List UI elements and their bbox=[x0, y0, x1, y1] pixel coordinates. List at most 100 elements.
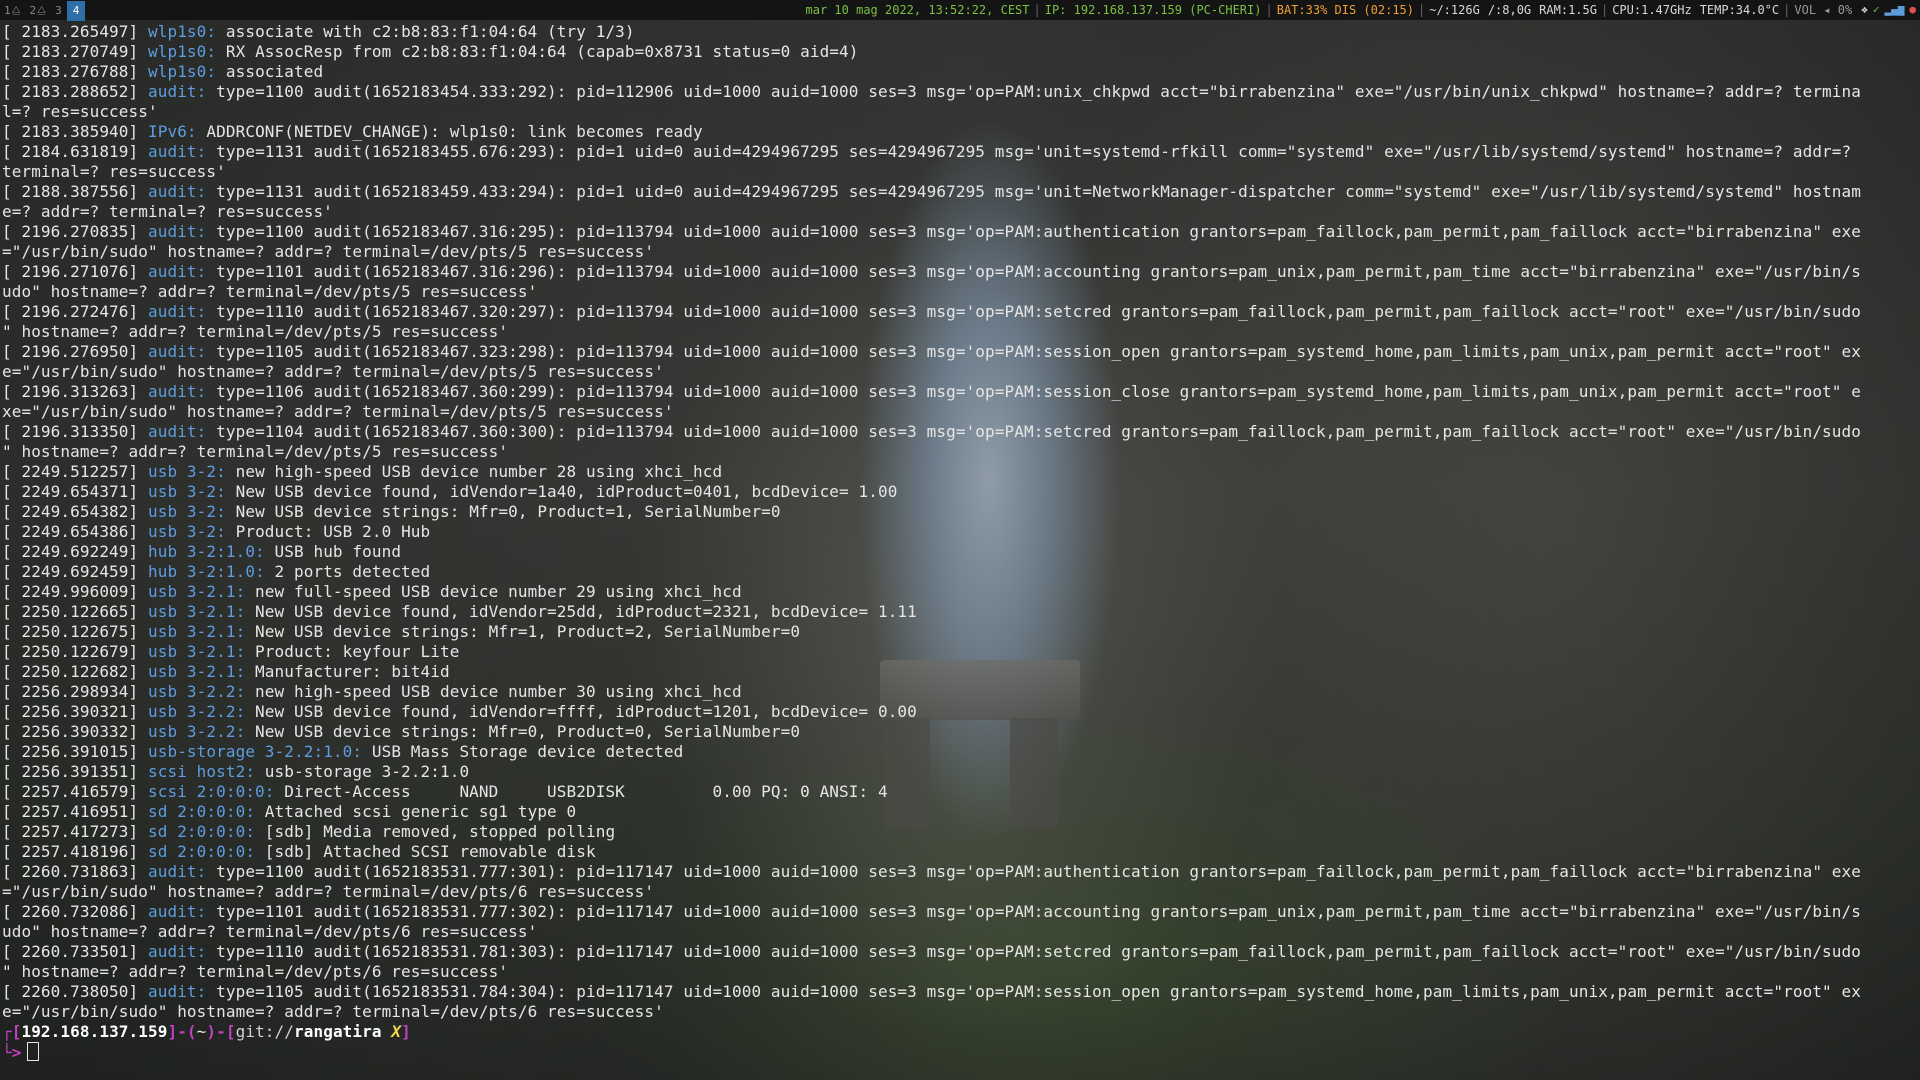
log-timestamp: [ 2249.692249] bbox=[2, 542, 139, 561]
workspace-1[interactable]: 1 ⧋ bbox=[0, 1, 25, 21]
log-message: type=1101 audit(1652183531.777:302): pid… bbox=[206, 902, 1861, 921]
log-timestamp: [ 2260.738050] bbox=[2, 982, 139, 1001]
terminal-cursor[interactable] bbox=[27, 1042, 40, 1061]
log-source: audit: bbox=[148, 262, 207, 281]
volume-label: VOL bbox=[1794, 3, 1817, 17]
status-bar: 1 ⧋ 2 ⧋ 3 4 mar 10 mag 2022, 13:52:22, CEST |… bbox=[0, 0, 1920, 21]
dmesg-output: [ 2183.265497] wlp1s0: associate with c2… bbox=[2, 22, 1917, 1022]
log-timestamp: [ 2249.654386] bbox=[2, 522, 139, 541]
log-line: [ 2183.276788] wlp1s0: associated bbox=[2, 62, 1917, 82]
log-message: Direct-Access NAND USB2DISK 0.00 PQ: 0 A… bbox=[274, 782, 888, 801]
log-line: [ 2196.276950] audit: type=1105 audit(16… bbox=[2, 342, 1917, 362]
volume-block[interactable]: VOL ◂ 0% bbox=[1790, 0, 1856, 20]
log-source: usb 3-2.2: bbox=[148, 702, 246, 721]
log-message: New USB device strings: Mfr=0, Product=1… bbox=[225, 502, 781, 521]
disk-home-block: ~/:126G bbox=[1429, 3, 1480, 17]
log-message: associated bbox=[216, 62, 324, 81]
log-line: [ 2183.385940] IPv6: ADDRCONF(NETDEV_CHA… bbox=[2, 122, 1917, 142]
log-space bbox=[138, 302, 148, 321]
log-source: audit: bbox=[148, 182, 207, 201]
log-source: wlp1s0: bbox=[148, 42, 217, 61]
prompt-paren-close: )-[ bbox=[206, 1022, 236, 1041]
log-line: [ 2257.416951] sd 2:0:0:0: Attached scsi… bbox=[2, 802, 1917, 822]
workspace-2[interactable]: 2 ⧋ bbox=[26, 1, 51, 21]
log-source: usb 3-2.1: bbox=[148, 662, 246, 681]
log-source: usb 3-2.2: bbox=[148, 722, 246, 741]
log-line: [ 2183.270749] wlp1s0: RX AssocResp from… bbox=[2, 42, 1917, 62]
log-source: audit: bbox=[148, 302, 207, 321]
log-line: udo" hostname=? addr=? terminal=/dev/pts… bbox=[2, 922, 1917, 942]
log-line: [ 2256.391351] scsi host2: usb-storage 3… bbox=[2, 762, 1917, 782]
log-line: e="/usr/bin/sudo" hostname=? addr=? term… bbox=[2, 1002, 1917, 1022]
log-message: ="/usr/bin/sudo" hostname=? addr=? termi… bbox=[2, 242, 655, 261]
log-message: New USB device found, idVendor=ffff, idP… bbox=[245, 702, 917, 721]
log-space bbox=[138, 662, 148, 681]
log-timestamp: [ 2196.313350] bbox=[2, 422, 139, 441]
log-line: [ 2260.732086] audit: type=1101 audit(16… bbox=[2, 902, 1917, 922]
log-space bbox=[138, 822, 148, 841]
log-line: [ 2260.731863] audit: type=1100 audit(16… bbox=[2, 862, 1917, 882]
log-source: scsi host2: bbox=[148, 762, 256, 781]
log-timestamp: [ 2183.265497] bbox=[2, 22, 139, 41]
log-message: New USB device strings: Mfr=1, Product=2… bbox=[245, 622, 801, 641]
log-space bbox=[138, 522, 148, 541]
log-message: 2 ports detected bbox=[264, 562, 431, 581]
ip-block: IP: 192.168.137.159 (PC-CHERI) bbox=[1044, 3, 1262, 17]
log-line: [ 2256.298934] usb 3-2.2: new high-speed… bbox=[2, 682, 1917, 702]
log-source: usb 3-2.2: bbox=[148, 682, 246, 701]
log-space bbox=[138, 762, 148, 781]
log-timestamp: [ 2250.122665] bbox=[2, 602, 139, 621]
log-space bbox=[138, 542, 148, 561]
log-timestamp: [ 2196.270835] bbox=[2, 222, 139, 241]
log-timestamp: [ 2249.654371] bbox=[2, 482, 139, 501]
log-message: associate with c2:b8:83:f1:04:64 (try 1/… bbox=[216, 22, 635, 41]
log-message: Attached scsi generic sg1 type 0 bbox=[255, 802, 577, 821]
terminal-window[interactable]: [ 2183.265497] wlp1s0: associate with c2… bbox=[2, 22, 1917, 1078]
temp-block: TEMP:34.0°C bbox=[1699, 3, 1780, 17]
log-space bbox=[138, 422, 148, 441]
workspace-3[interactable]: 3 bbox=[51, 1, 66, 21]
log-space bbox=[138, 382, 148, 401]
log-message: Manufacturer: bit4id bbox=[245, 662, 450, 681]
dropbox-icon[interactable]: ❖ bbox=[1861, 0, 1868, 20]
notification-icon[interactable]: ● bbox=[1909, 0, 1916, 20]
log-timestamp: [ 2256.391351] bbox=[2, 762, 139, 781]
log-line: [ 2256.391015] usb-storage 3-2.2:1.0: US… bbox=[2, 742, 1917, 762]
log-space bbox=[138, 562, 148, 581]
log-line: [ 2260.733501] audit: type=1110 audit(16… bbox=[2, 942, 1917, 962]
ok-check-icon[interactable]: ✓ bbox=[1873, 0, 1880, 20]
log-source: sd 2:0:0:0: bbox=[148, 842, 256, 861]
log-source: usb 3-2.1: bbox=[148, 642, 246, 661]
log-space bbox=[138, 702, 148, 721]
log-timestamp: [ 2256.298934] bbox=[2, 682, 139, 701]
log-timestamp: [ 2188.387556] bbox=[2, 182, 139, 201]
log-timestamp: [ 2260.731863] bbox=[2, 862, 139, 881]
prompt-repo: rangatira bbox=[294, 1022, 382, 1041]
log-message: RX AssocResp from c2:b8:83:f1:04:64 (cap… bbox=[216, 42, 859, 61]
log-timestamp: [ 2196.272476] bbox=[2, 302, 139, 321]
network-signal-icon[interactable]: ▂▄▆ bbox=[1885, 0, 1905, 20]
log-source: IPv6: bbox=[148, 122, 197, 141]
log-message: e="/usr/bin/sudo" hostname=? addr=? term… bbox=[2, 1002, 664, 1021]
log-line: [ 2257.417273] sd 2:0:0:0: [sdb] Media r… bbox=[2, 822, 1917, 842]
log-line: [ 2257.416579] scsi 2:0:0:0: Direct-Acce… bbox=[2, 782, 1917, 802]
log-message: new full-speed USB device number 29 usin… bbox=[245, 582, 742, 601]
separator: | bbox=[1418, 3, 1426, 17]
log-source: audit: bbox=[148, 982, 207, 1001]
shell-prompt[interactable]: ┌[192.168.137.159]-(~)-[git://rangatira … bbox=[2, 1022, 1917, 1063]
log-space bbox=[138, 902, 148, 921]
log-message: type=1104 audit(1652183467.360:300): pid… bbox=[206, 422, 1861, 441]
log-source: scsi 2:0:0:0: bbox=[148, 782, 275, 801]
log-line: [ 2256.390332] usb 3-2.2: New USB device… bbox=[2, 722, 1917, 742]
log-source: usb 3-2.1: bbox=[148, 622, 246, 641]
workspace-4[interactable]: 4 bbox=[66, 0, 86, 21]
log-message: terminal=? res=success' bbox=[2, 162, 226, 181]
prompt-arrow: └> bbox=[2, 1043, 22, 1062]
prompt-git-prefix: git:// bbox=[235, 1022, 295, 1041]
log-message: e=? addr=? terminal=? res=success' bbox=[2, 202, 333, 221]
prompt-spacer bbox=[382, 1022, 392, 1041]
log-timestamp: [ 2250.122675] bbox=[2, 622, 139, 641]
log-space bbox=[138, 722, 148, 741]
log-line: ="/usr/bin/sudo" hostname=? addr=? termi… bbox=[2, 242, 1917, 262]
log-source: usb 3-2: bbox=[148, 482, 226, 501]
